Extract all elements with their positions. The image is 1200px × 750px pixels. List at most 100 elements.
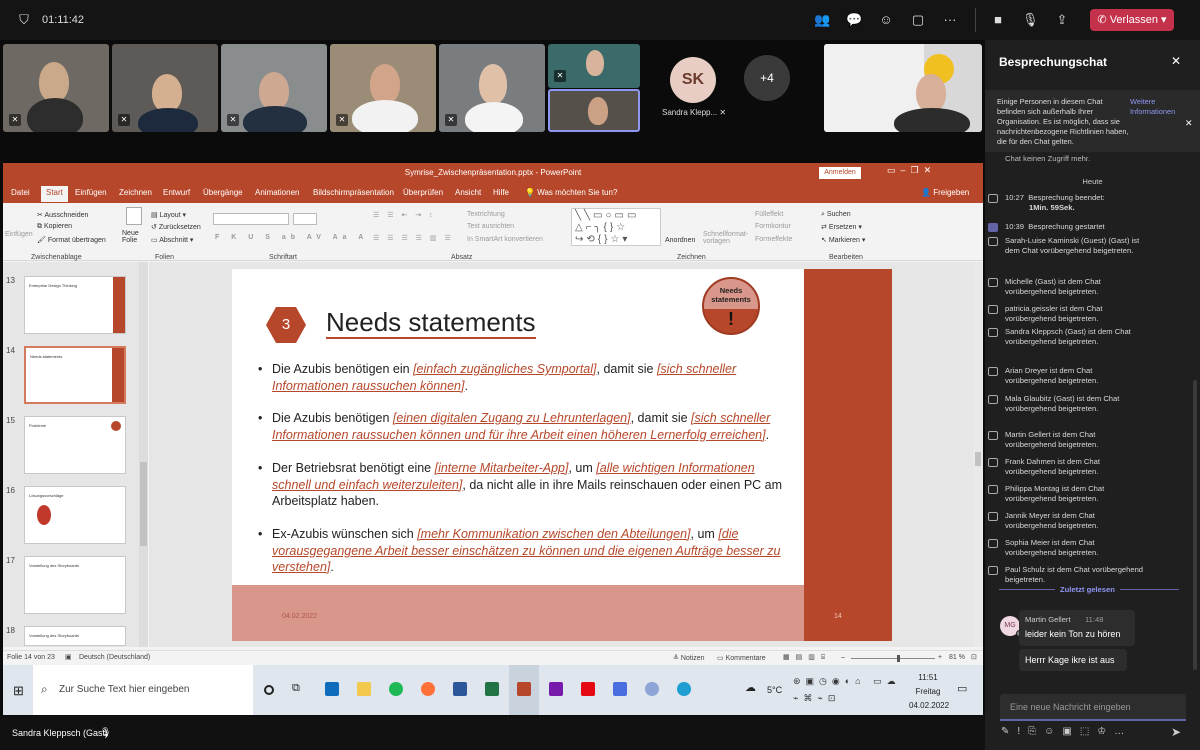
notes-button[interactable]: ≜ Notizen <box>673 654 705 662</box>
tab-transitions[interactable]: Übergänge <box>203 188 243 197</box>
paste-button[interactable]: Einfügen <box>5 231 33 238</box>
signin-button[interactable]: Anmelden <box>819 167 861 179</box>
chat-icon[interactable]: 💬 <box>846 12 862 28</box>
clock[interactable]: 11:51 Freitag 04.02.2022 <box>909 671 949 713</box>
chat-message[interactable]: Martin Gellert 11:48 leider kein Ton zu … <box>1019 610 1135 646</box>
zoom-in-button[interactable]: + <box>938 654 942 661</box>
participant-tile[interactable]: ✕ <box>221 44 327 132</box>
participant-tile[interactable]: ✕ <box>112 44 218 132</box>
taskbar-search[interactable]: ⌕ Zur Suche Text hier eingeben <box>33 665 253 715</box>
slide-thumbnail[interactable]: Vorstellung des Storyboards <box>24 556 126 614</box>
cortana-icon[interactable] <box>264 685 274 695</box>
tab-start[interactable]: Start <box>41 186 68 202</box>
chat-message[interactable]: Herrr Kage ikre ist aus <box>1019 649 1127 671</box>
slide-thumbnail[interactable]: Vorstellung des Storyboards <box>24 626 126 646</box>
shapes-gallery[interactable]: ╲╲▭○▭▭ △⌐╮{}☆ ↪⟲{}☆▾ <box>571 208 661 246</box>
accessibility-icon[interactable]: ▣ <box>65 653 72 661</box>
camera-icon[interactable]: ■ <box>990 12 1006 28</box>
powerpoint-icon[interactable] <box>517 682 531 696</box>
reactions-icon[interactable]: ☺ <box>878 12 894 28</box>
slide-thumbnail[interactable]: Enterprise Design Thinking <box>24 276 126 334</box>
attach-icon[interactable]: ⎘ <box>1028 726 1044 737</box>
participant-tile[interactable]: ✕ <box>330 44 436 132</box>
spotify-icon[interactable] <box>389 682 403 696</box>
sticker-icon[interactable]: ⬚ <box>1080 726 1097 737</box>
emoji-icon[interactable]: ☺ <box>1044 726 1062 737</box>
shape-effects-button[interactable]: Formeffekte <box>755 236 792 243</box>
font-family-select[interactable] <box>213 213 289 225</box>
participant-tile-active[interactable] <box>548 89 640 132</box>
more-icon[interactable]: … <box>1114 726 1132 737</box>
tab-insert[interactable]: Einfügen <box>75 188 107 197</box>
participant-tile[interactable]: ✕ <box>548 44 640 88</box>
zoom-slider[interactable] <box>851 655 935 662</box>
copy-button[interactable]: ⧉ Kopieren <box>37 223 72 231</box>
task-view-icon[interactable]: ⧉ <box>292 682 300 695</box>
rooms-icon[interactable]: ▢ <box>910 12 926 28</box>
edge-icon[interactable] <box>677 682 691 696</box>
slide-thumbnail[interactable]: Probleme <box>24 416 126 474</box>
slide-thumbnail-selected[interactable]: Needs statements <box>24 346 126 404</box>
font-format-buttons[interactable]: F K U S ab AV Aa A <box>215 234 368 241</box>
layout-button[interactable]: ▤ Layout ▾ <box>151 211 186 219</box>
zoom-out-button[interactable]: – <box>841 654 845 661</box>
participant-tile[interactable] <box>824 44 982 132</box>
firefox-icon[interactable] <box>421 682 435 696</box>
zoom-level[interactable]: 81 % <box>949 654 965 661</box>
text-direction-button[interactable]: Textrichtung <box>467 211 505 218</box>
r-app-icon[interactable] <box>645 682 659 696</box>
window-controls[interactable]: ▭ – ❐ ✕ <box>887 165 931 176</box>
more-icon[interactable]: ··· <box>942 12 958 28</box>
tab-view[interactable]: Ansicht <box>455 188 481 197</box>
new-slide-button[interactable]: Neue Folie <box>122 230 150 244</box>
excel-icon[interactable] <box>485 682 499 696</box>
gif-icon[interactable]: ▣ <box>1062 726 1079 737</box>
message-input[interactable]: Eine neue Nachricht eingeben <box>1000 694 1186 720</box>
thumbs-scrollbar[interactable] <box>139 262 148 647</box>
word-icon[interactable] <box>453 682 467 696</box>
tab-slideshow[interactable]: Bildschirmpräsentation <box>313 188 394 197</box>
language-status[interactable]: Deutsch (Deutschland) <box>79 654 150 661</box>
section-button[interactable]: ▭ Abschnitt ▾ <box>151 236 193 244</box>
format-icon[interactable]: ✎ <box>1001 726 1017 737</box>
people-icon[interactable]: 👥 <box>814 12 830 28</box>
reset-button[interactable]: ↺ Zurücksetzen <box>151 223 201 231</box>
align-text-button[interactable]: Text ausrichten <box>467 223 514 230</box>
important-icon[interactable]: ! <box>1017 726 1028 737</box>
arrange-button[interactable]: Anordnen <box>665 237 695 244</box>
slide-thumbnail[interactable]: Lösungsvorschläge <box>24 486 126 544</box>
participant-tile[interactable]: ✕ <box>439 44 545 132</box>
view-buttons[interactable]: ▦▤▥⌸ <box>783 653 831 662</box>
tab-draw[interactable]: Zeichnen <box>119 188 152 197</box>
list-buttons[interactable]: ☰ ☰ ⇤ ⇥ ↕ <box>373 211 436 219</box>
netflix-icon[interactable] <box>581 682 595 696</box>
onenote-icon[interactable] <box>549 682 563 696</box>
close-icon[interactable]: ✕ <box>1171 54 1181 68</box>
slide-scrollbar[interactable] <box>973 262 983 647</box>
align-buttons[interactable]: ☰ ☰ ☰ ☰ ▥ ☰ <box>373 234 454 242</box>
format-painter-button[interactable]: 🖌 Format übertragen <box>37 236 106 244</box>
send-icon[interactable]: ➤ <box>1171 725 1181 739</box>
more-participants-button[interactable]: +4 <box>744 55 790 101</box>
tab-design[interactable]: Entwurf <box>163 188 190 197</box>
share-screen-icon[interactable]: ⇪ <box>1054 12 1070 28</box>
mic-off-icon[interactable]: 🎙 <box>1022 12 1039 28</box>
find-button[interactable]: ⌕ Suchen <box>821 211 851 219</box>
tab-help[interactable]: Hilfe <box>493 188 509 197</box>
file-explorer-icon[interactable] <box>357 682 371 696</box>
praise-icon[interactable]: ♔ <box>1097 726 1114 737</box>
leave-button[interactable]: ✆ Verlassen ▾ <box>1090 9 1174 31</box>
shape-outline-button[interactable]: Formkontur <box>755 223 791 230</box>
weather-icon[interactable]: ☁ <box>745 681 756 694</box>
tab-file[interactable]: Datei <box>11 188 30 197</box>
system-tray-icons[interactable]: ⊛▣◷◉◐⌂ ▭☁⌁⌘⌁⊡ <box>793 673 905 707</box>
tab-review[interactable]: Überprüfen <box>403 188 443 197</box>
share-button[interactable]: 👤 Freigeben <box>921 188 969 197</box>
calculator-icon[interactable] <box>613 682 627 696</box>
cut-button[interactable]: ✂ Ausschneiden <box>37 211 88 219</box>
windows-start-icon[interactable]: ⊞ <box>13 683 24 699</box>
shape-fill-button[interactable]: Fülleffekt <box>755 211 783 218</box>
fit-slide-icon[interactable]: ⊡ <box>971 653 977 661</box>
tell-me-search[interactable]: 💡 Was möchten Sie tun? <box>525 188 617 197</box>
tab-animations[interactable]: Animationen <box>255 188 299 197</box>
